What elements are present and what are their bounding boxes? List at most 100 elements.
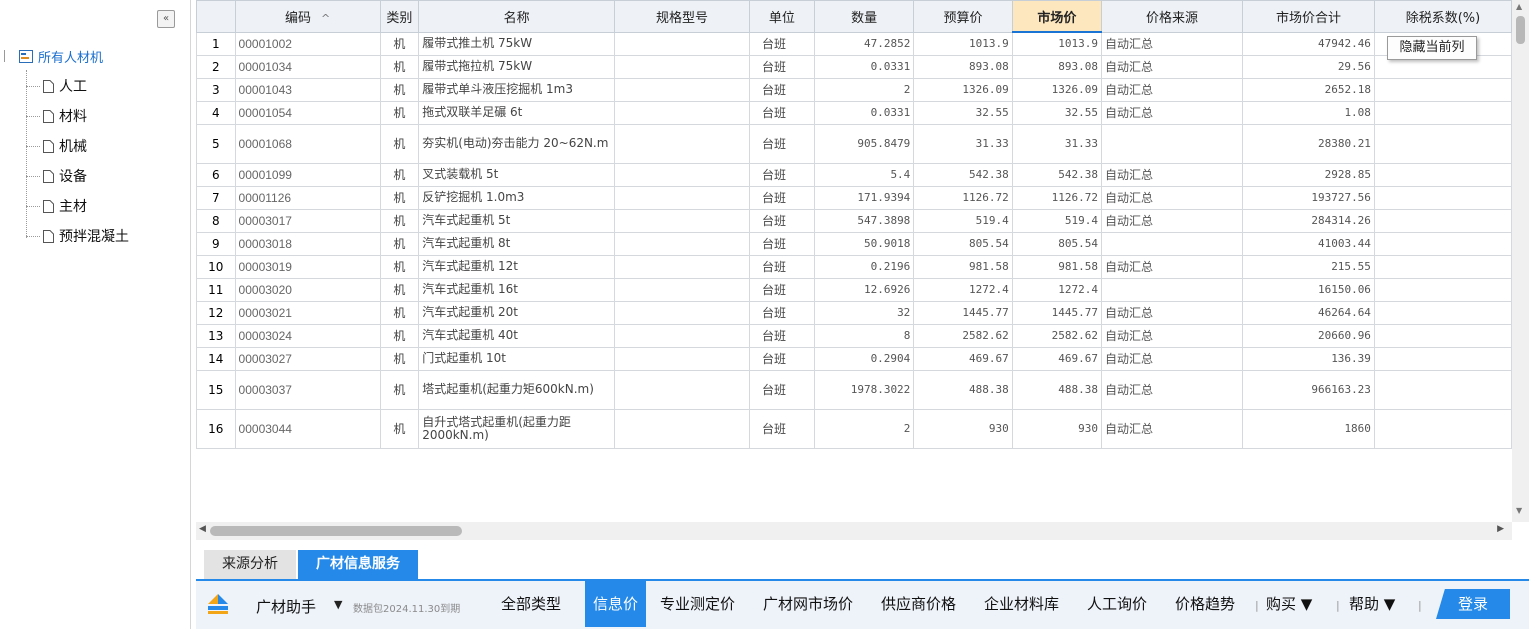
cell-quantity[interactable]: 8	[813, 323, 915, 348]
cell-budget-price[interactable]: 1326.09	[913, 77, 1013, 102]
cell-unit[interactable]: 台班	[748, 123, 815, 164]
cell-code[interactable]: 00003037	[234, 369, 381, 410]
table-row[interactable]: 11 00003020 机汽车式起重机 16t 台班 12.6926 1272.4 1272…	[196, 277, 1513, 302]
cell-spec[interactable]	[614, 300, 750, 325]
tab-guangcai-info-service[interactable]: 广材信息服务	[298, 550, 418, 579]
filter-supplier-price[interactable]: 供应商价格	[881, 581, 956, 627]
cell-unit[interactable]: 台班	[748, 162, 815, 187]
cell-price-source[interactable]: 自动汇总	[1101, 323, 1244, 348]
cell-category[interactable]: 机	[379, 254, 420, 279]
cell-code[interactable]: 00003017	[234, 208, 381, 233]
cell-spec[interactable]	[614, 369, 750, 410]
cell-unit[interactable]: 台班	[748, 369, 815, 410]
collapse-panel-button[interactable]: «	[157, 10, 175, 28]
table-row[interactable]: 15 00003037 机塔式起重机(起重力矩600kN.m) 台班 1978.3022…	[196, 369, 1513, 410]
cell-code[interactable]: 00001002	[234, 31, 381, 56]
cell-category[interactable]: 机	[379, 300, 420, 325]
cell-price-source[interactable]	[1101, 123, 1244, 164]
cell-budget-price[interactable]: 469.67	[913, 346, 1013, 371]
cell-category[interactable]: 机	[379, 208, 420, 233]
table-row[interactable]: 9 00003018 机汽车式起重机 8t 台班 50.9018 805.54 805.54…	[196, 231, 1513, 256]
cell-market-price[interactable]: 1013.9	[1011, 31, 1103, 56]
cell-quantity[interactable]: 12.6926	[813, 277, 915, 302]
row-index[interactable]: 9	[196, 231, 236, 256]
cell-name[interactable]: 门式起重机 10t	[418, 346, 616, 371]
cell-category[interactable]: 机	[379, 77, 420, 102]
table-row[interactable]: 16 00003044 机自升式塔式起重机(起重力距2000kN.m) 台班 2 930 9…	[196, 408, 1513, 449]
sort-ascending-icon[interactable]: ^	[321, 12, 330, 25]
row-index[interactable]: 14	[196, 346, 236, 371]
cell-name[interactable]: 汽车式起重机 8t	[418, 231, 616, 256]
cell-name[interactable]: 汽车式起重机 16t	[418, 277, 616, 302]
cell-unit[interactable]: 台班	[748, 300, 815, 325]
cell-budget-price[interactable]: 2582.62	[913, 323, 1013, 348]
cell-code[interactable]: 00001034	[234, 54, 381, 79]
cell-spec[interactable]	[614, 208, 750, 233]
cell-name[interactable]: 汽车式起重机 12t	[418, 254, 616, 279]
cell-spec[interactable]	[614, 323, 750, 348]
cell-code[interactable]: 00003044	[234, 408, 381, 449]
cell-unit[interactable]: 台班	[748, 31, 815, 56]
cell-unit[interactable]: 台班	[748, 277, 815, 302]
cell-price-source[interactable]: 自动汇总	[1101, 54, 1244, 79]
cell-unit[interactable]: 台班	[748, 346, 815, 371]
cell-spec[interactable]	[614, 408, 750, 449]
cell-spec[interactable]	[614, 54, 750, 79]
cell-code[interactable]: 00001099	[234, 162, 381, 187]
cell-code[interactable]: 00001068	[234, 123, 381, 164]
cell-market-total[interactable]: 284314.26	[1242, 208, 1375, 233]
table-row[interactable]: 2 00001034 机履带式拖拉机 75kW 台班 0.0331 893.08 893.0…	[196, 54, 1513, 79]
row-index[interactable]: 2	[196, 54, 236, 79]
table-row[interactable]: 5 00001068 机夯实机(电动)夯击能力 20~62N.m 台班 905.8479…	[196, 123, 1513, 164]
cell-budget-price[interactable]: 1126.72	[913, 185, 1013, 210]
cell-unit[interactable]: 台班	[748, 323, 815, 348]
cell-name[interactable]: 叉式装载机 5t	[418, 162, 616, 187]
table-row[interactable]: 12 00003021 机汽车式起重机 20t 台班 32 1445.77 1445.77 自…	[196, 300, 1513, 325]
login-button[interactable]: 登录	[1436, 589, 1510, 619]
cell-code[interactable]: 00003018	[234, 231, 381, 256]
cell-code[interactable]: 00001043	[234, 77, 381, 102]
row-index[interactable]: 5	[196, 123, 236, 164]
cell-unit[interactable]: 台班	[748, 408, 815, 449]
cell-market-price[interactable]: 1445.77	[1011, 300, 1103, 325]
row-index[interactable]: 7	[196, 185, 236, 210]
cell-name[interactable]: 履带式推土机 75kW	[418, 31, 616, 56]
cell-unit[interactable]: 台班	[748, 208, 815, 233]
cell-category[interactable]: 机	[379, 100, 420, 125]
cell-unit[interactable]: 台班	[748, 54, 815, 79]
cell-code[interactable]: 00003027	[234, 346, 381, 371]
cell-market-price[interactable]: 2582.62	[1011, 323, 1103, 348]
cell-code[interactable]: 00001126	[234, 185, 381, 210]
cell-code[interactable]: 00003024	[234, 323, 381, 348]
cell-quantity[interactable]: 50.9018	[813, 231, 915, 256]
cell-tax-coefficient[interactable]	[1373, 77, 1513, 102]
cell-unit[interactable]: 台班	[748, 231, 815, 256]
column-header-quantity[interactable]: 数量	[813, 0, 915, 33]
horizontal-scrollbar[interactable]: ◀ ▶	[196, 522, 1512, 540]
cell-tax-coefficient[interactable]	[1373, 277, 1513, 302]
cell-market-total[interactable]: 46264.64	[1242, 300, 1375, 325]
cell-name[interactable]: 夯实机(电动)夯击能力 20~62N.m	[418, 123, 616, 164]
cell-tax-coefficient[interactable]	[1373, 100, 1513, 125]
cell-budget-price[interactable]: 488.38	[913, 369, 1013, 410]
tree-item-ready-mix-concrete[interactable]: 预拌混凝土	[26, 224, 129, 248]
cell-quantity[interactable]: 547.3898	[813, 208, 915, 233]
cell-spec[interactable]	[614, 231, 750, 256]
scroll-left-icon[interactable]: ◀	[199, 524, 206, 534]
scroll-up-icon[interactable]: ▲	[1516, 2, 1522, 11]
tree-item-equipment[interactable]: 设备	[26, 164, 87, 188]
cell-price-source[interactable]: 自动汇总	[1101, 31, 1244, 56]
column-header-market-total[interactable]: 市场价合计	[1242, 0, 1375, 33]
table-row[interactable]: 10 00003019 机汽车式起重机 12t 台班 0.2196 981.58 981.5…	[196, 254, 1513, 279]
cell-quantity[interactable]: 2	[813, 77, 915, 102]
cell-price-source[interactable]: 自动汇总	[1101, 346, 1244, 371]
row-index[interactable]: 16	[196, 408, 236, 449]
column-header-unit[interactable]: 单位	[748, 0, 815, 33]
cell-market-total[interactable]: 2652.18	[1242, 77, 1375, 102]
cell-tax-coefficient[interactable]	[1373, 323, 1513, 348]
cell-spec[interactable]	[614, 100, 750, 125]
cell-market-price[interactable]: 930	[1011, 408, 1103, 449]
filter-all-types[interactable]: 全部类型	[501, 581, 561, 627]
brand-name[interactable]: 广材助手	[256, 596, 316, 617]
cell-name[interactable]: 汽车式起重机 5t	[418, 208, 616, 233]
